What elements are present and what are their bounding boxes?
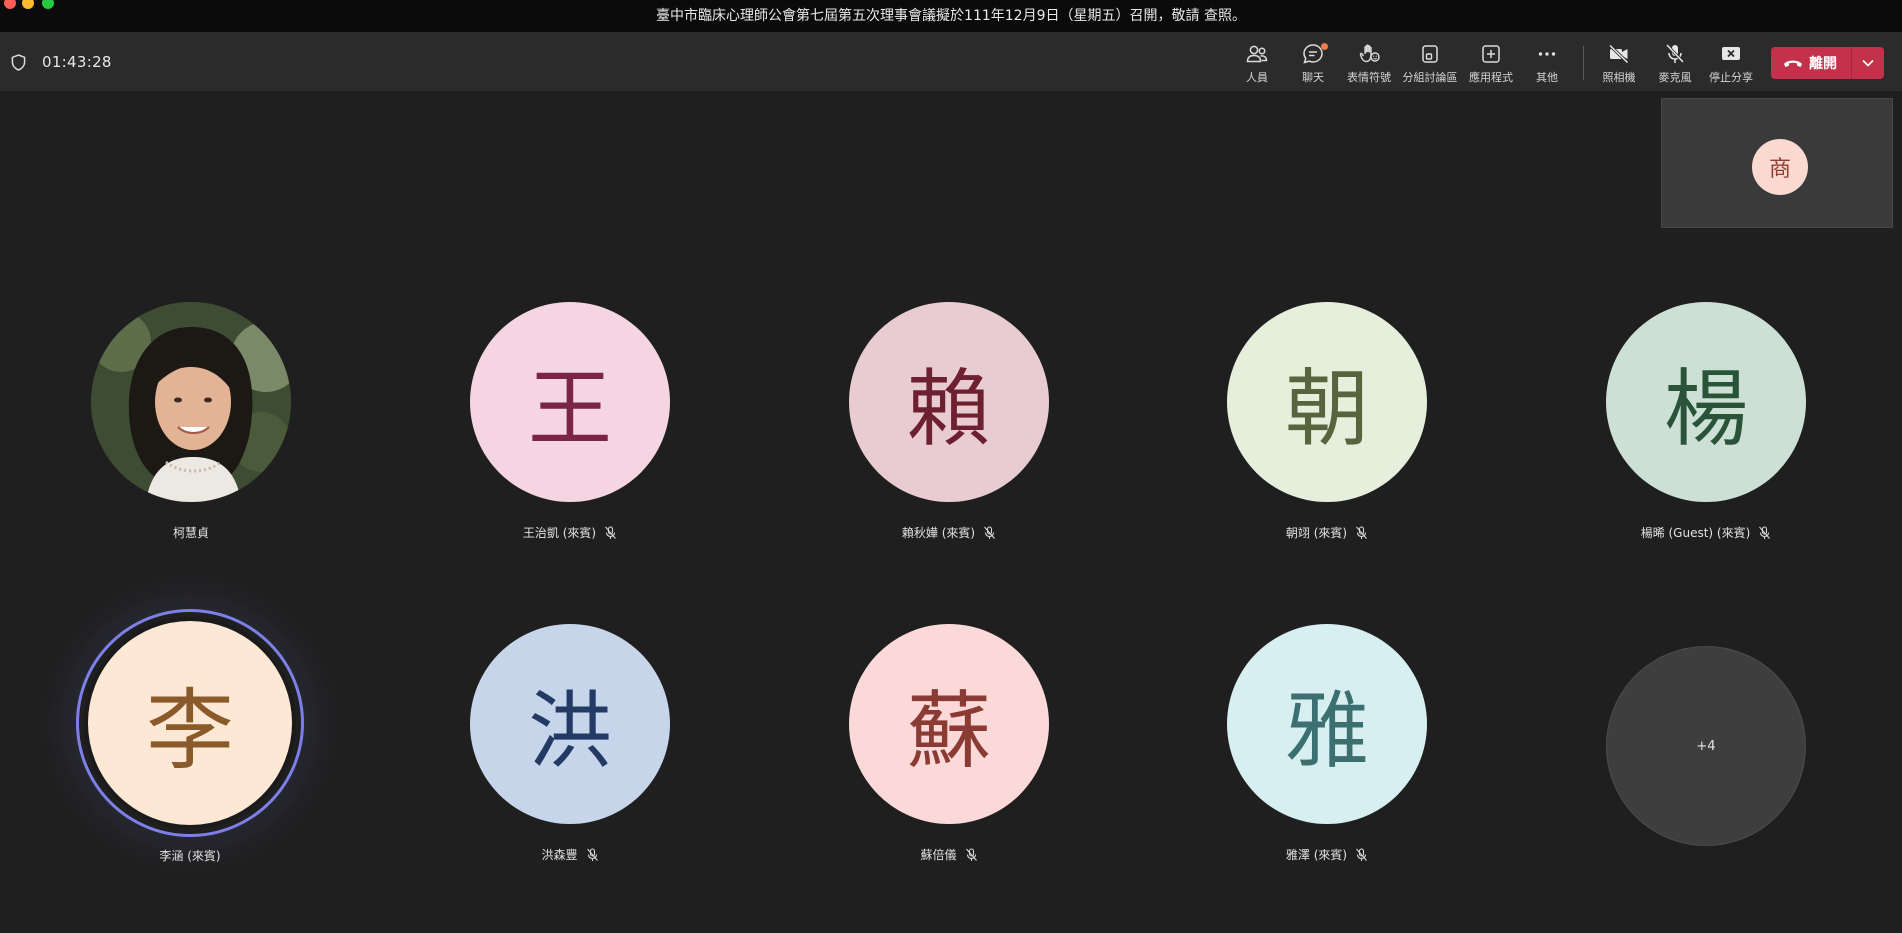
breakout-rooms-icon	[1422, 45, 1438, 63]
participant-name-row: 賴秋嬅 (來賓)	[789, 524, 1109, 541]
people-button-label: 人員	[1246, 71, 1268, 84]
participant-tile[interactable]: 雅 雅澤 (來賓)	[1227, 624, 1427, 864]
react-icon	[1359, 44, 1380, 63]
participant-name: 李涵 (來賓)	[159, 849, 221, 863]
microphone-button-label: 麥克風	[1658, 71, 1692, 84]
participant-name-row: 李涵 (來賓)	[30, 847, 350, 864]
participant-tile[interactable]: 朝 朝翊 (來賓)	[1227, 302, 1427, 542]
participant-name: 雅澤 (來賓)	[1285, 848, 1348, 862]
breakout-rooms-button[interactable]: 分組討論區	[1400, 42, 1460, 86]
apps-button[interactable]: 應用程式	[1461, 42, 1521, 86]
participant-avatar: 賴	[849, 302, 1049, 502]
participant-photo	[91, 302, 291, 502]
mic-off-icon	[984, 526, 996, 539]
participant-tile[interactable]: 楊 楊晞 (Guest) (來賓)	[1606, 302, 1806, 542]
mic-off-icon	[605, 526, 617, 539]
react-button-label: 表情符號	[1347, 71, 1391, 84]
hang-up-icon	[1784, 60, 1802, 67]
participant-avatar: 洪	[470, 624, 670, 824]
participant-tile[interactable]: 柯慧貞	[91, 302, 291, 542]
participant-name-row: 楊晞 (Guest) (來賓)	[1546, 524, 1866, 541]
participant-name-row: 朝翊 (來賓)	[1167, 524, 1487, 541]
mic-off-icon	[1759, 526, 1771, 539]
window-titlebar: 臺中市臨床心理師公會第七屆第五次理事會議擬於111年12月9日（星期五）召開，敬…	[0, 0, 1902, 32]
participant-avatar: 蘇	[849, 624, 1049, 824]
shield-icon	[11, 54, 26, 71]
participant-name-row: 王治凱 (來賓)	[410, 524, 730, 541]
mic-off-icon	[586, 848, 598, 861]
stop-share-icon	[1722, 47, 1740, 60]
chat-unread-badge	[1321, 43, 1328, 50]
mic-off-icon	[1356, 526, 1368, 539]
participant-name: 楊晞 (Guest) (來賓)	[1640, 526, 1751, 540]
participant-avatar: 李	[84, 617, 296, 829]
chat-button-label: 聊天	[1302, 71, 1324, 84]
meeting-toolbar: 01:43:28 人員 聊天 表情符號 分組討論區 應用程式 其他 照相機 麥克…	[0, 32, 1902, 92]
participant-tile[interactable]: 賴 賴秋嬅 (來賓)	[849, 302, 1049, 542]
participant-tile[interactable]: 蘇 蘇倍儀	[849, 624, 1049, 864]
self-view-avatar: 商	[1752, 139, 1808, 195]
mic-off-icon	[1356, 848, 1368, 861]
participant-name-row: 雅澤 (來賓)	[1167, 846, 1487, 863]
people-icon	[1246, 45, 1268, 63]
camera-off-icon	[1608, 44, 1629, 64]
microphone-button[interactable]: 麥克風	[1645, 42, 1705, 86]
breakout-rooms-button-label: 分組討論區	[1402, 71, 1458, 84]
more-button-label: 其他	[1536, 71, 1558, 84]
participant-name-row: 柯慧貞	[31, 524, 351, 541]
participant-avatar: 朝	[1227, 302, 1427, 502]
people-button[interactable]: 人員	[1227, 42, 1287, 86]
self-view-tile[interactable]: 商	[1661, 98, 1893, 228]
participant-name: 洪森豐	[541, 848, 578, 862]
chat-button[interactable]: 聊天	[1283, 42, 1343, 86]
participant-name: 朝翊 (來賓)	[1285, 526, 1348, 540]
participant-photo-avatar	[91, 302, 291, 502]
leave-button[interactable]: 離開	[1771, 47, 1884, 79]
participant-name: 王治凱 (來賓)	[522, 526, 597, 540]
participant-tile[interactable]: 洪 洪森豐	[470, 624, 670, 864]
participant-tile[interactable]: 李 李涵 (來賓)	[84, 617, 296, 863]
stop-share-button[interactable]: 停止分享	[1701, 42, 1761, 86]
more-icon	[1538, 52, 1556, 56]
leave-button-label: 離開	[1809, 56, 1837, 72]
participant-name: 蘇倍儀	[920, 848, 957, 862]
more-participants-button[interactable]: +4	[1606, 646, 1806, 846]
participant-name-row: 蘇倍儀	[789, 846, 1109, 863]
react-button[interactable]: 表情符號	[1339, 42, 1399, 86]
participant-name: 賴秋嬅 (來賓)	[901, 526, 976, 540]
window-title: 臺中市臨床心理師公會第七屆第五次理事會議擬於111年12月9日（星期五）召開，敬…	[656, 8, 1246, 24]
apps-icon	[1482, 45, 1500, 63]
participant-name: 柯慧貞	[172, 526, 209, 540]
mic-off-icon	[965, 848, 977, 861]
participant-tile[interactable]: 王 王治凱 (來賓)	[470, 302, 670, 542]
toolbar-divider	[1583, 46, 1584, 80]
camera-button-label: 照相機	[1602, 71, 1636, 84]
more-button[interactable]: 其他	[1517, 42, 1577, 86]
participant-name-row: 洪森豐	[410, 846, 730, 863]
mic-off-icon	[1665, 43, 1685, 64]
participant-avatar: 楊	[1606, 302, 1806, 502]
leave-main-button[interactable]: 離開	[1771, 47, 1851, 79]
participant-avatar: 雅	[1227, 624, 1427, 824]
chevron-down-icon	[1862, 59, 1874, 67]
camera-button[interactable]: 照相機	[1589, 42, 1649, 86]
leave-options-button[interactable]	[1852, 47, 1884, 79]
stop-share-button-label: 停止分享	[1709, 71, 1753, 84]
participant-avatar: 王	[470, 302, 670, 502]
apps-button-label: 應用程式	[1469, 71, 1513, 84]
meeting-timer: 01:43:28	[42, 53, 112, 71]
